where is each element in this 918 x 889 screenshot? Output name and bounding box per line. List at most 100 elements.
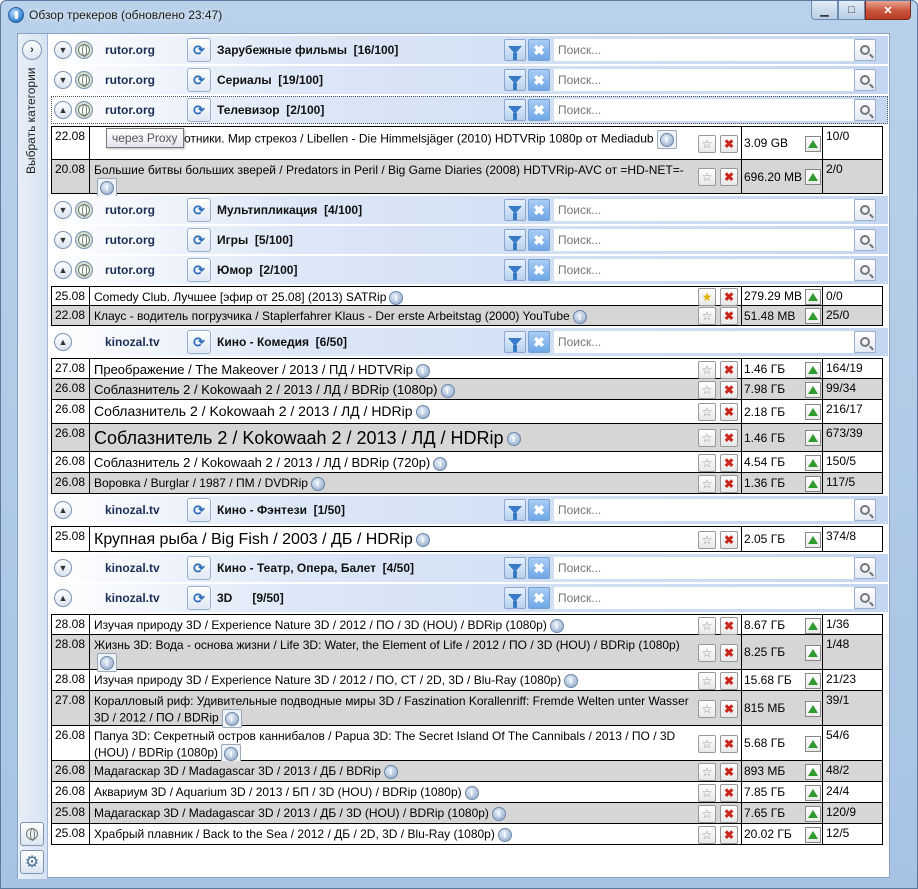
clear-filter-button[interactable]: ✖ xyxy=(528,331,550,353)
filter-button[interactable] xyxy=(504,587,526,609)
search-button[interactable] xyxy=(854,587,876,609)
filter-button[interactable] xyxy=(504,99,526,121)
favorite-star-button[interactable]: ☆ xyxy=(698,307,716,325)
search-button[interactable] xyxy=(854,229,876,251)
search-button[interactable] xyxy=(854,39,876,61)
delete-button[interactable]: ✖ xyxy=(720,784,738,802)
torrent-name[interactable]: Большие битвы больших зверей / Predators… xyxy=(94,163,684,177)
download-button[interactable] xyxy=(805,136,821,152)
torrent-row[interactable]: 28.08 Изучая природу 3D / Experience Natu… xyxy=(51,670,883,691)
collapse-toggle-icon[interactable]: ▲ xyxy=(54,101,72,119)
title-bar[interactable]: Обзор трекеров (обновлено 23:47) ▁ □ ✕ xyxy=(1,1,917,29)
choose-categories-label[interactable]: Выбрать категории xyxy=(24,14,38,175)
delete-button[interactable]: ✖ xyxy=(720,763,738,781)
torrent-name[interactable]: Изучая природу 3D / Experience Nature 3D… xyxy=(94,673,561,687)
torrent-name[interactable]: Изучая природу 3D / Experience Nature 3D… xyxy=(94,618,547,632)
download-button[interactable] xyxy=(805,827,821,843)
torrent-name[interactable]: Аквариум 3D / Aquarium 3D / 2013 / БП / … xyxy=(94,785,462,799)
favorite-star-button[interactable]: ☆ xyxy=(698,735,716,753)
proxy-globe-icon[interactable] xyxy=(75,101,93,119)
search-button[interactable] xyxy=(854,259,876,281)
search-input[interactable] xyxy=(554,99,854,121)
search-input[interactable] xyxy=(554,39,854,61)
torrent-name[interactable]: Клаус - водитель погрузчика / Staplerfah… xyxy=(94,309,570,323)
torrent-name[interactable]: Comedy Club. Лучшее [эфир от 25.08] (201… xyxy=(94,290,386,304)
delete-button[interactable]: ✖ xyxy=(720,429,738,447)
torrent-row[interactable]: 25.08 Крупная рыба / Big Fish / 2003 / ДБ… xyxy=(51,526,883,552)
delete-button[interactable]: ✖ xyxy=(720,288,738,306)
torrent-name-cell[interactable]: Воровка / Burglar / 1987 / ПМ / DVDRip i xyxy=(92,473,694,493)
refresh-button[interactable]: ⟳ xyxy=(187,586,211,610)
search-input[interactable] xyxy=(554,199,854,221)
favorite-star-button[interactable]: ☆ xyxy=(698,475,716,493)
torrent-name[interactable]: Крупная рыба / Big Fish / 2003 / ДБ / HD… xyxy=(94,531,413,548)
torrent-name-cell[interactable]: Преображение / The Makeover / 2013 / ПД … xyxy=(92,359,694,378)
torrent-row[interactable]: 27.08 Коралловый риф: Удивительные подвод… xyxy=(51,691,883,728)
torrent-row[interactable]: 26.08 Соблазнитель 2 / Kokowaah 2 / 2013 … xyxy=(51,379,883,400)
info-icon[interactable]: i xyxy=(415,532,430,547)
download-button[interactable] xyxy=(805,785,821,801)
info-icon[interactable]: i xyxy=(389,290,404,305)
expand-toggle-icon[interactable]: ▼ xyxy=(54,201,72,219)
filter-button[interactable] xyxy=(504,69,526,91)
torrent-row[interactable]: 22.08 Клаус - водитель погрузчика / Stapl… xyxy=(51,306,883,326)
favorite-star-button[interactable]: ☆ xyxy=(698,826,716,844)
collapse-toggle-icon[interactable]: ▲ xyxy=(54,333,72,351)
category-header[interactable]: ▲ rutor.org ⟳ Телевизор [2/100] ✖ xyxy=(51,96,888,124)
info-icon[interactable]: i xyxy=(497,827,512,842)
info-icon[interactable]: i xyxy=(506,432,521,447)
download-button[interactable] xyxy=(805,455,821,471)
info-icon[interactable]: i xyxy=(464,785,479,800)
download-button[interactable] xyxy=(805,289,821,305)
torrent-name[interactable]: отники. Мир стрекоз / Libellen - Die Him… xyxy=(184,132,654,146)
delete-button[interactable]: ✖ xyxy=(720,826,738,844)
proxy-globe-icon[interactable] xyxy=(75,201,93,219)
delete-button[interactable]: ✖ xyxy=(720,135,738,153)
torrent-row[interactable]: 26.08 Воровка / Burglar / 1987 / ПМ / DVD… xyxy=(51,473,883,494)
expand-toggle-icon[interactable]: ▼ xyxy=(54,559,72,577)
close-button[interactable]: ✕ xyxy=(865,1,911,20)
category-header[interactable]: ▲ kinozal.tv ⟳ Кино - Фэнтези [1/50] ✖ xyxy=(51,496,888,524)
torrent-name[interactable]: Воровка / Burglar / 1987 / ПМ / DVDRip xyxy=(94,476,308,490)
category-header[interactable]: ▼ rutor.org ⟳ Зарубежные фильмы [16/100] ✖ xyxy=(51,36,888,64)
torrent-name-cell[interactable]: Храбрый плавник / Back to the Sea / 2012… xyxy=(92,824,694,844)
delete-button[interactable]: ✖ xyxy=(720,361,738,379)
search-button[interactable] xyxy=(854,557,876,579)
torrent-name[interactable]: Мадагаскар 3D / Madagascar 3D / 2013 / Д… xyxy=(94,806,489,820)
filter-button[interactable] xyxy=(504,557,526,579)
expand-toggle-icon[interactable]: ▼ xyxy=(54,41,72,59)
torrent-name-cell[interactable]: Жизнь 3D: Вода - основа жизни / Life 3D:… xyxy=(92,635,694,672)
torrent-name-cell[interactable]: Соблазнитель 2 / Kokowaah 2 / 2013 / ЛД … xyxy=(92,400,694,423)
torrent-name[interactable]: Коралловый риф: Удивительные подводные м… xyxy=(94,694,689,725)
torrent-name[interactable]: Соблазнитель 2 / Kokowaah 2 / 2013 / ЛД … xyxy=(94,428,504,448)
favorite-star-button[interactable]: ☆ xyxy=(698,168,716,186)
info-icon[interactable]: i xyxy=(549,618,564,633)
search-input[interactable] xyxy=(554,557,854,579)
torrent-row[interactable]: 26.08 Мадагаскар 3D / Madagascar 3D / 201… xyxy=(51,761,883,782)
clear-filter-button[interactable]: ✖ xyxy=(528,587,550,609)
download-button[interactable] xyxy=(805,169,821,185)
filter-button[interactable] xyxy=(504,199,526,221)
refresh-button[interactable]: ⟳ xyxy=(187,498,211,522)
torrent-name-cell[interactable]: Коралловый риф: Удивительные подводные м… xyxy=(92,691,694,728)
favorite-star-button[interactable]: ☆ xyxy=(698,454,716,472)
search-input[interactable] xyxy=(554,331,854,353)
delete-button[interactable]: ✖ xyxy=(720,617,738,635)
filter-button[interactable] xyxy=(504,259,526,281)
info-icon[interactable]: i xyxy=(415,363,430,378)
torrent-row[interactable]: 25.08 Мадагаскар 3D / Madagascar 3D / 201… xyxy=(51,803,883,824)
info-icon[interactable]: i xyxy=(415,405,430,420)
delete-button[interactable]: ✖ xyxy=(720,700,738,718)
torrent-name[interactable]: Папуа 3D: Секретный остров каннибалов / … xyxy=(94,729,675,760)
delete-button[interactable]: ✖ xyxy=(720,644,738,662)
settings-gear-button[interactable]: ⚙ xyxy=(20,850,44,874)
search-button[interactable] xyxy=(854,69,876,91)
clear-filter-button[interactable]: ✖ xyxy=(528,259,550,281)
favorite-star-button[interactable]: ☆ xyxy=(698,700,716,718)
search-input[interactable] xyxy=(554,587,854,609)
favorite-star-button[interactable]: ☆ xyxy=(698,361,716,379)
category-header[interactable]: ▼ rutor.org ⟳ Сериалы [19/100] ✖ xyxy=(51,66,888,94)
maximize-button[interactable]: □ xyxy=(838,1,865,20)
torrent-row[interactable]: 26.08 Аквариум 3D / Aquarium 3D / 2013 / … xyxy=(51,782,883,803)
delete-button[interactable]: ✖ xyxy=(720,735,738,753)
